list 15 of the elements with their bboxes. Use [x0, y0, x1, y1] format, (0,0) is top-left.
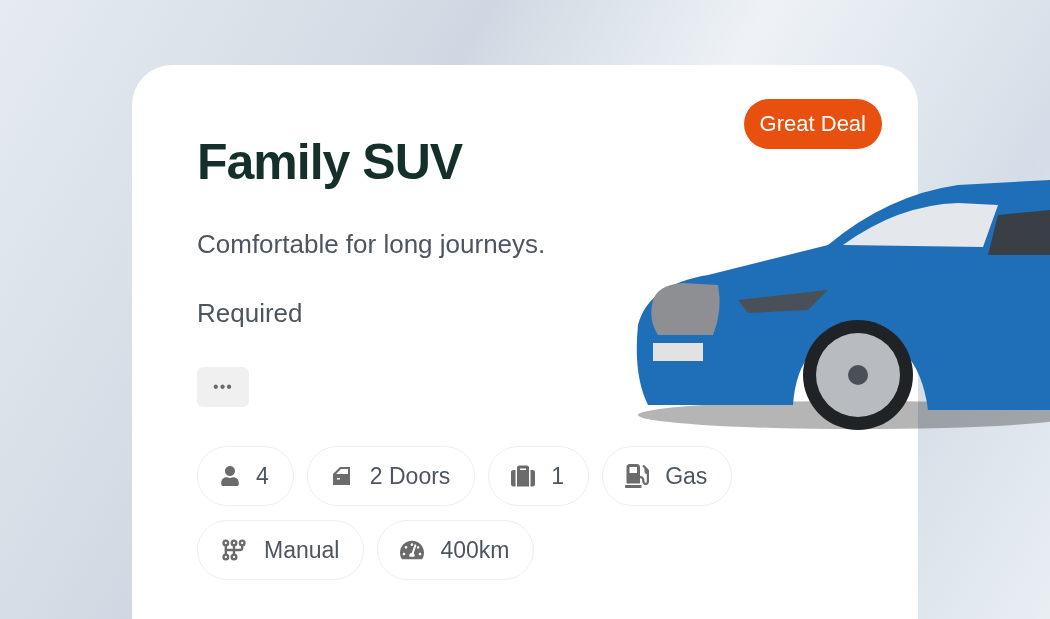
card-description: Comfortable for long journeys.: [197, 229, 547, 260]
feature-label: 4: [256, 462, 269, 490]
card-title: Family SUV: [197, 133, 463, 191]
speedometer-icon: [400, 538, 425, 562]
feature-label: 2 Doors: [369, 462, 451, 490]
fuel-pump-icon: [625, 464, 650, 488]
feature-label: 400km: [440, 536, 510, 564]
person-icon: [220, 466, 240, 486]
feature-label: Gas: [665, 462, 708, 490]
requirement-text: Required: [197, 298, 304, 329]
more-button[interactable]: •••: [197, 367, 249, 407]
deal-badge: Great Deal: [743, 99, 882, 149]
feature-label: Manual: [264, 536, 340, 564]
suitcase-icon: [511, 464, 536, 488]
feature-label: 1: [551, 462, 565, 490]
